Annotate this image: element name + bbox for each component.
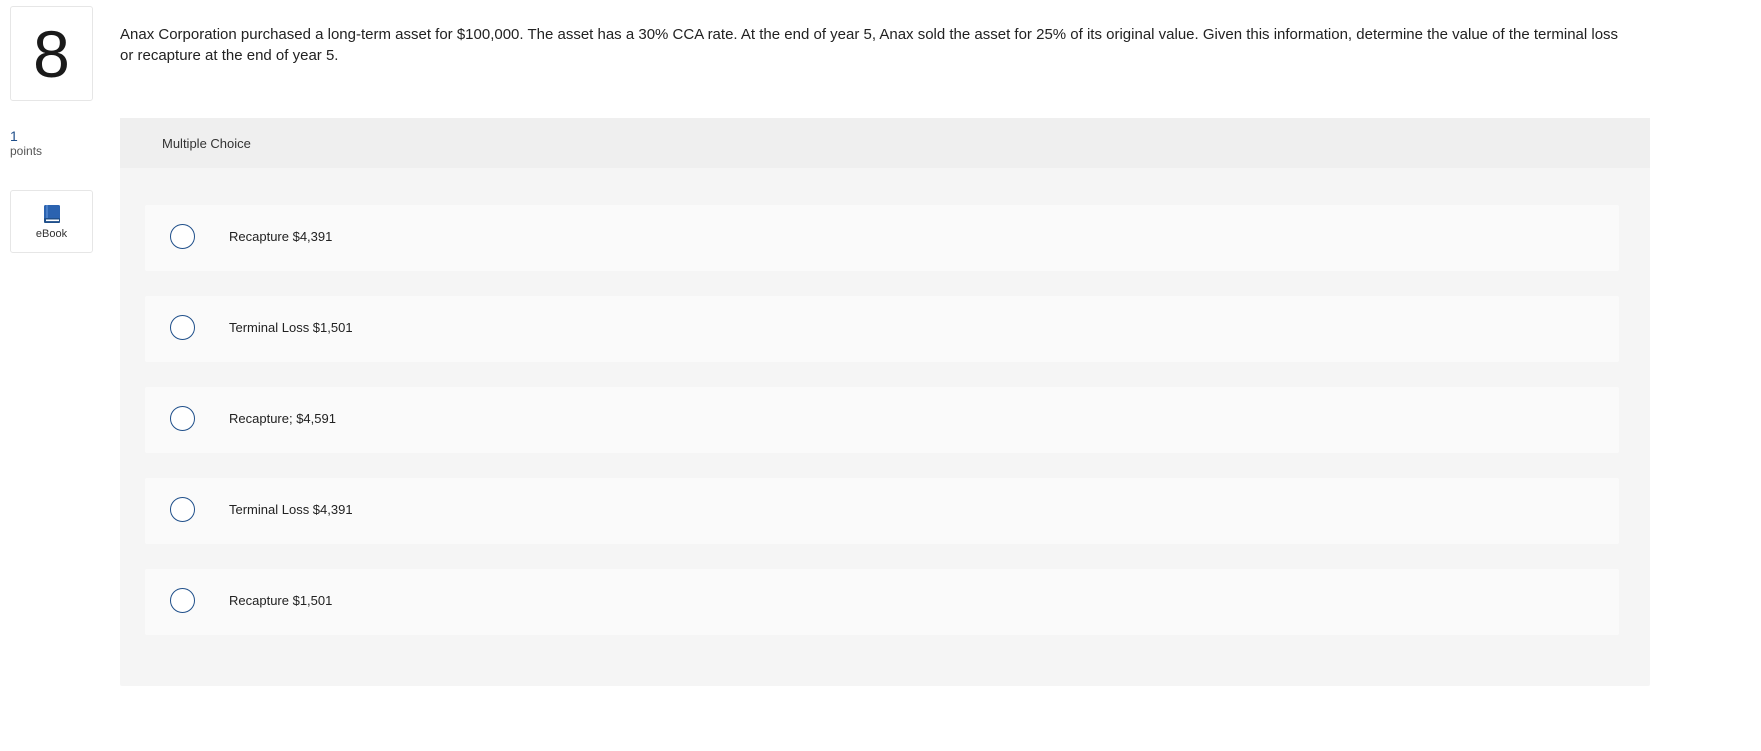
answer-option-1[interactable]: Recapture $4,391 bbox=[145, 205, 1619, 271]
answer-option-5[interactable]: Recapture $1,501 bbox=[145, 569, 1619, 635]
radio-button[interactable] bbox=[170, 315, 195, 340]
answer-option-3[interactable]: Recapture; $4,591 bbox=[145, 387, 1619, 453]
radio-button[interactable] bbox=[170, 406, 195, 431]
points-indicator: 1 points bbox=[10, 128, 90, 158]
multiple-choice-panel: Multiple Choice Recapture $4,391 Termina… bbox=[120, 118, 1650, 686]
ebook-label: eBook bbox=[35, 228, 68, 240]
points-value: 1 bbox=[10, 128, 18, 144]
ebook-button[interactable]: eBook bbox=[10, 190, 93, 253]
question-page: 8 1 points eBook Anax Corporation purcha… bbox=[0, 0, 1761, 751]
answer-option-label: Terminal Loss $1,501 bbox=[229, 320, 353, 335]
book-icon bbox=[44, 205, 60, 223]
points-label: points bbox=[10, 144, 43, 158]
answer-option-label: Recapture; $4,591 bbox=[229, 411, 336, 426]
answer-option-label: Recapture $1,501 bbox=[229, 593, 333, 608]
radio-button[interactable] bbox=[170, 588, 195, 613]
multiple-choice-header: Multiple Choice bbox=[120, 118, 1650, 168]
radio-button[interactable] bbox=[170, 497, 195, 522]
question-text: Anax Corporation purchased a long-term a… bbox=[120, 26, 1619, 64]
radio-button[interactable] bbox=[170, 224, 195, 249]
question-number: 8 bbox=[10, 6, 93, 101]
answer-option-2[interactable]: Terminal Loss $1,501 bbox=[145, 296, 1619, 362]
answer-option-4[interactable]: Terminal Loss $4,391 bbox=[145, 478, 1619, 544]
answer-option-label: Recapture $4,391 bbox=[229, 229, 333, 244]
answer-option-label: Terminal Loss $4,391 bbox=[229, 502, 353, 517]
